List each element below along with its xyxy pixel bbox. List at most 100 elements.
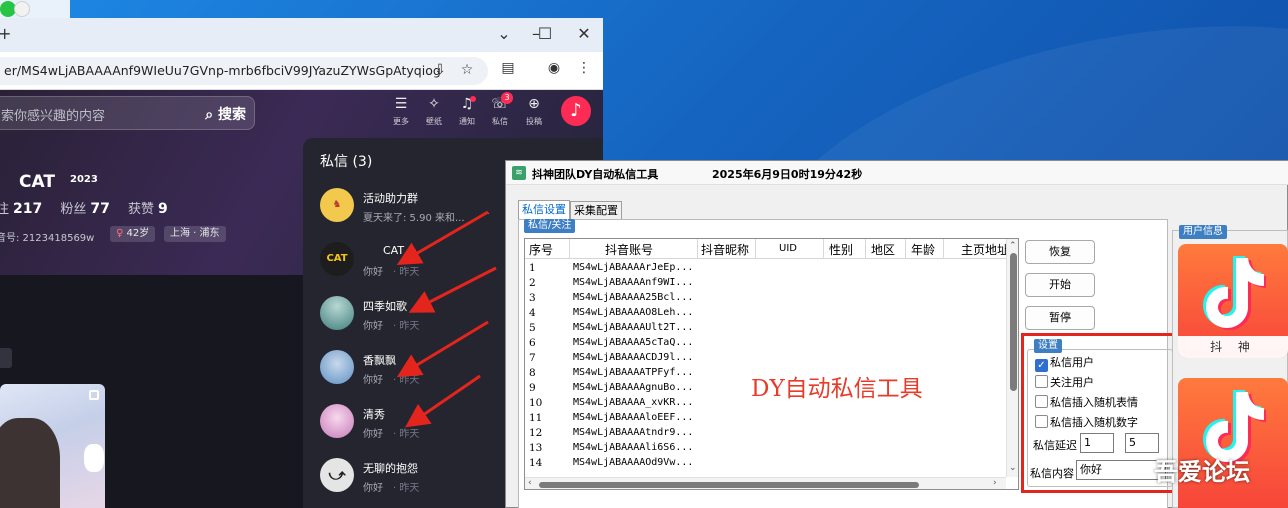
profile-icon[interactable]: ◉ [544,60,564,76]
app-logo-icon: ≋ [512,166,526,180]
table-row[interactable]: 2 MS4wLjABAAAAnf9WI... [525,276,1018,291]
tab-collection-config[interactable]: 采集配置 [570,201,622,219]
tab-indicator [0,348,12,368]
row-account: MS4wLjABAAAAnf9WI... [573,277,694,288]
delay-min-input[interactable]: 1 [1080,433,1114,453]
bookmark-star-icon[interactable]: ☆ [457,62,477,78]
scroll-thumb[interactable] [539,482,919,488]
profile-stats: 注 217 粉丝 77 获赞 9 [0,201,168,217]
row-account: MS4wLjABAAAAgnuBo... [573,382,694,393]
row-index: 5 [529,322,536,334]
avatar: ⤻ [320,458,354,492]
nav-notifications[interactable]: ♫ 通知 [452,94,482,127]
user-info-caption: 用户信息 [1179,225,1227,239]
profile-id: 音号: 2123418569w [0,233,95,244]
profile-year-badge: 2023 [70,174,98,185]
checkbox[interactable] [1035,375,1048,388]
close-icon[interactable]: ✕ [574,24,594,43]
tool-datetime: 2025年6月9日0时19分42秒 [712,168,863,181]
avatar [320,296,354,330]
table-row[interactable]: 6 MS4wLjABAAAA5cTaQ... [525,336,1018,351]
scroll-up-icon[interactable]: ⌃ [1009,241,1017,251]
row-account: MS4wLjABAAAACDJ9l... [573,352,694,363]
option-message-users[interactable]: ✓ 私信用户 [1035,354,1094,372]
kebab-menu-icon[interactable]: ⋮ [574,60,594,76]
table-vertical-scrollbar[interactable]: ⌃ ⌄ [1006,239,1018,477]
gender-icon: ♀ [116,228,127,239]
card-label: 抖 神 [1178,336,1288,358]
table-row[interactable]: 11 MS4wLjABAAAAloEEF... [525,411,1018,426]
avatar: CAT [320,242,354,276]
install-icon[interactable]: ⇩ [430,62,450,78]
delay-max-input[interactable]: 5 [1125,433,1159,453]
option-follow-users[interactable]: 关注用户 [1035,374,1094,390]
nav-messages[interactable]: ☏ 3 私信 [485,92,515,127]
table-row[interactable]: 1 MS4wLjABAAAArJeEp... [525,261,1018,276]
search-button[interactable]: ⌕ 搜索 [205,104,246,124]
reading-list-icon[interactable]: ▤ [498,60,518,76]
row-account: MS4wLjABAAAAtndr9... [573,427,694,438]
user-avatar-card[interactable] [1178,378,1288,508]
video-thumbnail[interactable] [0,384,105,508]
message-content-input[interactable]: 你好 [1076,460,1166,480]
search-placeholder: 索你感兴趣的内容 [1,109,106,124]
pause-button[interactable]: 暂停 [1025,306,1095,330]
new-tab-icon[interactable]: + [0,24,11,43]
avatar: ♞ [320,188,354,222]
table-row[interactable]: 4 MS4wLjABAAAAO8Leh... [525,306,1018,321]
forum-watermark: 吾爱论坛 [1154,458,1250,486]
scroll-thumb[interactable] [1010,253,1017,391]
scroll-right-icon[interactable]: › [993,478,997,488]
user-avatar-card[interactable]: 抖 神 [1178,244,1288,358]
nav-wallpaper[interactable]: ✧ 壁纸 [419,94,449,127]
url-text[interactable]: er/MS4wLjABAAAAnf9WIeUu7GVnp-mrb6fbciV99… [4,63,441,78]
table-row[interactable]: 14 MS4wLjABAAAAOd9Vw... [525,456,1018,471]
row-index: 12 [529,427,543,439]
row-account: MS4wLjABAAAAli6S6... [573,442,694,453]
douyin-logo-icon[interactable]: ♪ [561,96,591,126]
message-panel-title: 私信 (3) [320,154,373,170]
table-header: 序号 抖音账号 抖音昵称 UID 性别 地区 年龄 主页地址 [525,239,1018,259]
url-field[interactable]: er/MS4wLjABAAAAnf9WIeUu7GVnp-mrb6fbciV99… [0,57,488,85]
row-account: MS4wLjABAAAAO8Leh... [573,307,694,318]
profile-name: CAT [19,172,55,192]
row-index: 10 [529,397,543,409]
table-horizontal-scrollbar[interactable]: ‹ › [525,477,1006,489]
delay-label: 私信延迟 [1033,439,1077,452]
nav-more[interactable]: ☰ 更多 [386,94,416,127]
option-random-number[interactable]: 私信插入随机数字 [1035,414,1138,430]
scroll-down-icon[interactable]: ⌄ [1009,463,1017,473]
checkbox[interactable] [1035,415,1048,428]
table-row[interactable]: 3 MS4wLjABAAAA25Bcl... [525,291,1018,306]
row-index: 9 [529,382,536,394]
row-index: 2 [529,277,536,289]
row-account: MS4wLjABAAAArJeEp... [573,262,694,273]
row-index: 7 [529,352,536,364]
bell-icon: ♫ [460,96,474,112]
option-random-emoji[interactable]: 私信插入随机表情 [1035,394,1138,410]
taskbar-strip [0,0,70,18]
chevron-down-icon[interactable]: ⌄ [494,24,514,43]
account-table: 序号 抖音账号 抖音昵称 UID 性别 地区 年龄 主页地址 1 MS4wLjAB… [524,238,1019,490]
table-row[interactable]: 13 MS4wLjABAAAAli6S6... [525,441,1018,456]
row-account: MS4wLjABAAAAOd9Vw... [573,457,694,468]
search-icon: ⌕ [205,107,218,123]
tool-overlay-caption: DY自动私信工具 [751,376,923,402]
scroll-left-icon[interactable]: ‹ [528,478,532,488]
table-row[interactable]: 12 MS4wLjABAAAAtndr9... [525,426,1018,441]
row-index: 4 [529,307,536,319]
row-account: MS4wLjABAAAATPFyf... [573,367,694,378]
maximize-icon[interactable]: ☐ [535,24,555,43]
row-index: 6 [529,337,536,349]
search-input[interactable]: 索你感兴趣的内容 ⌕ 搜索 [0,96,255,130]
checkbox[interactable]: ✓ [1035,359,1048,372]
start-button[interactable]: 开始 [1025,273,1095,297]
table-row[interactable]: 7 MS4wLjABAAAACDJ9l... [525,351,1018,366]
checkbox[interactable] [1035,395,1048,408]
restore-button[interactable]: 恢复 [1025,240,1095,264]
table-row[interactable]: 5 MS4wLjABAAAAUlt2T... [525,321,1018,336]
address-bar: er/MS4wLjABAAAAnf9WIeUu7GVnp-mrb6fbciV99… [0,52,603,90]
tab-private-message-settings[interactable]: 私信设置 [518,200,570,220]
nav-upload[interactable]: ⊕ 投稿 [519,94,549,127]
app-tray-icon[interactable] [14,1,30,17]
